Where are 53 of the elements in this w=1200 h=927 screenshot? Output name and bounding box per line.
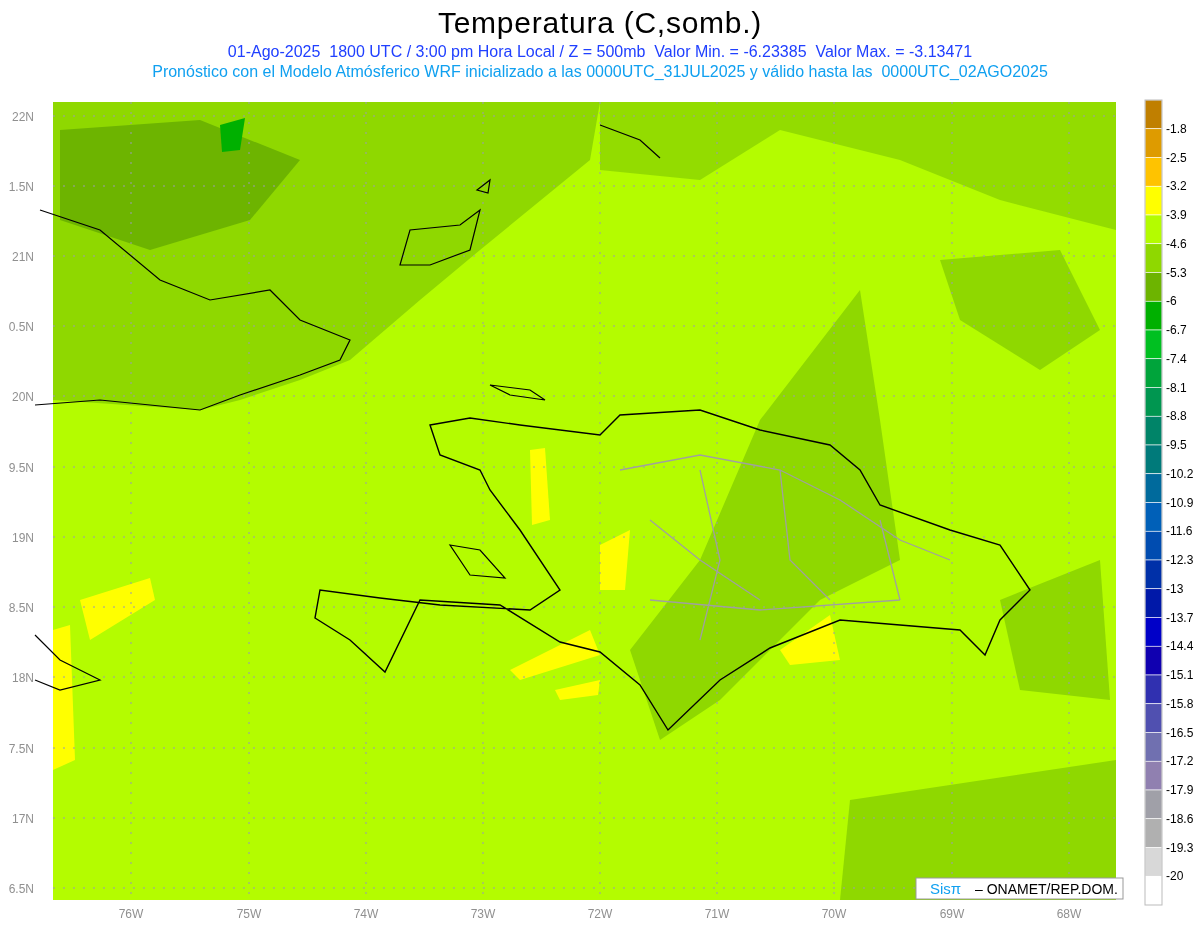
colorbar-label: -2.5 [1166,150,1187,165]
latitude-label: 1.5N [8,180,34,194]
colorbar-label: -8.1 [1166,380,1187,395]
latitude-label: 20N [12,390,34,404]
latitude-label: 18N [12,671,34,685]
colorbar-label: -17.2 [1166,754,1194,769]
latitude-label: 8.5N [8,601,34,615]
colorbar-label: -6 [1166,294,1177,309]
colorbar-label: -3.2 [1166,179,1187,194]
latitude-label: 9.5N [8,461,34,475]
logo-text: Sisπ [930,880,962,897]
colorbar-label: -20 [1166,869,1184,884]
longitude-label: 68W [1056,907,1082,921]
latitude-label: 21N [12,250,34,264]
longitude-label: 72W [587,907,613,921]
longitude-label: 74W [353,907,379,921]
colorbar-label: -12.3 [1166,553,1194,567]
map-title: Temperatura (C,somb.) [437,5,763,41]
colorbar-label: -18.6 [1166,811,1194,826]
colorbar-label: -13.7 [1166,610,1194,625]
colorbar-label: -7.4 [1166,351,1187,366]
latitude-label: 19N [12,531,34,545]
colorbar-label: -1.8 [1166,121,1187,136]
colorbar-label: -4.6 [1166,236,1187,251]
colorbar-label: -19.3 [1166,840,1194,855]
colorbar-label: -9.5 [1166,438,1187,452]
colorbar-label: -15.1 [1166,668,1194,682]
map-subtitle: 01-Ago-2025 1800 UTC / 3:00 pm Hora Local / Z = 500mb Valor Min. = -6.23385 Valor Max. = -3.13471 [227,42,973,62]
longitude-label: 70W [821,907,847,921]
longitude-label: 71W [704,907,730,921]
map-subtitle: Pronóstico con el Modelo Atmósferico WRF inicializado a las 0000UTC_31JUL2025 y válido hasta las 0000UTC_02AGO2025 [152,62,1048,82]
colorbar-label: -10.9 [1166,495,1194,510]
colorbar-label: -6.7 [1166,323,1187,337]
latitude-label: 7.5N [8,742,34,756]
latitude-label: 6.5N [8,882,34,896]
colorbar-label: -8.8 [1166,409,1187,424]
colorbar-label: -3.9 [1166,208,1187,222]
colorbar-label: -17.9 [1166,783,1194,797]
colorbar-label: -14.4 [1166,639,1194,654]
latitude-label: 22N [12,110,34,124]
colorbar-label: -5.3 [1166,265,1187,280]
colorbar-label: -10.2 [1166,466,1194,481]
colorbar-label: -11.6 [1166,524,1193,539]
longitude-label: 73W [470,907,496,921]
latitude-label: 17N [12,812,34,826]
longitude-label: 76W [118,907,144,921]
colorbar-label: -16.5 [1166,725,1194,740]
longitude-label: 69W [939,907,965,921]
longitude-label: 75W [236,907,262,921]
credit-text: – ONAMET/REP.DOM. [975,881,1118,897]
colorbar-label: -13 [1166,581,1184,596]
latitude-label: 0.5N [8,320,34,334]
colorbar-label: -15.8 [1166,696,1194,711]
